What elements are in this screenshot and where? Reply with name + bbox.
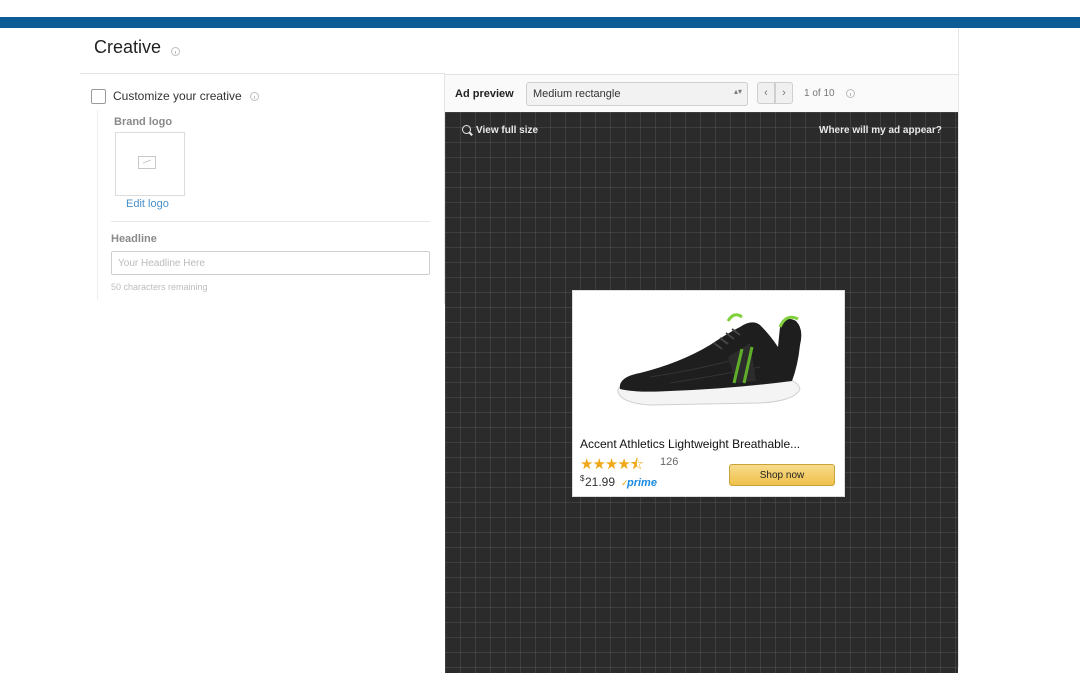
- right-divider: [958, 28, 959, 668]
- characters-remaining: 50 characters remaining: [111, 282, 208, 292]
- next-ad-button[interactable]: ›: [775, 82, 793, 104]
- ad-page-count: 1 of 10: [804, 88, 835, 99]
- previous-ad-button[interactable]: ‹: [757, 82, 775, 104]
- select-arrows-icon: ▴▾: [734, 87, 743, 96]
- customize-creative-checkbox[interactable]: [91, 89, 106, 104]
- view-full-size-link[interactable]: View full size: [462, 125, 538, 136]
- brand-logo-label: Brand logo: [114, 116, 173, 128]
- edit-logo-link[interactable]: Edit logo: [126, 198, 169, 210]
- shop-now-button[interactable]: Shop now: [729, 464, 835, 486]
- section-divider: [111, 221, 430, 222]
- page-title: Creative: [94, 37, 162, 57]
- price: 21.99: [585, 475, 616, 489]
- sneaker-product-image[interactable]: [610, 305, 810, 420]
- product-title[interactable]: Accent Athletics Lightweight Breathable.…: [580, 437, 800, 451]
- where-ad-appear-link[interactable]: Where will my ad appear?: [819, 125, 942, 136]
- review-count: 126: [660, 456, 679, 468]
- pagination-info-icon[interactable]: [846, 89, 855, 98]
- top-banner-bar: [0, 17, 1080, 28]
- customize-creative-label[interactable]: Customize your creative: [113, 89, 242, 103]
- prime-badge: prime: [627, 477, 657, 489]
- info-icon[interactable]: [171, 47, 180, 56]
- headline-label: Headline: [111, 233, 157, 245]
- image-placeholder-icon: [138, 156, 156, 169]
- customize-info-icon[interactable]: [250, 92, 259, 101]
- panel-indent-rule: [97, 110, 98, 300]
- headline-input[interactable]: [111, 251, 430, 275]
- ad-size-select-value[interactable]: Medium rectangle: [533, 88, 620, 100]
- ad-preview-label: Ad preview: [455, 88, 514, 100]
- price-currency: $: [580, 474, 585, 483]
